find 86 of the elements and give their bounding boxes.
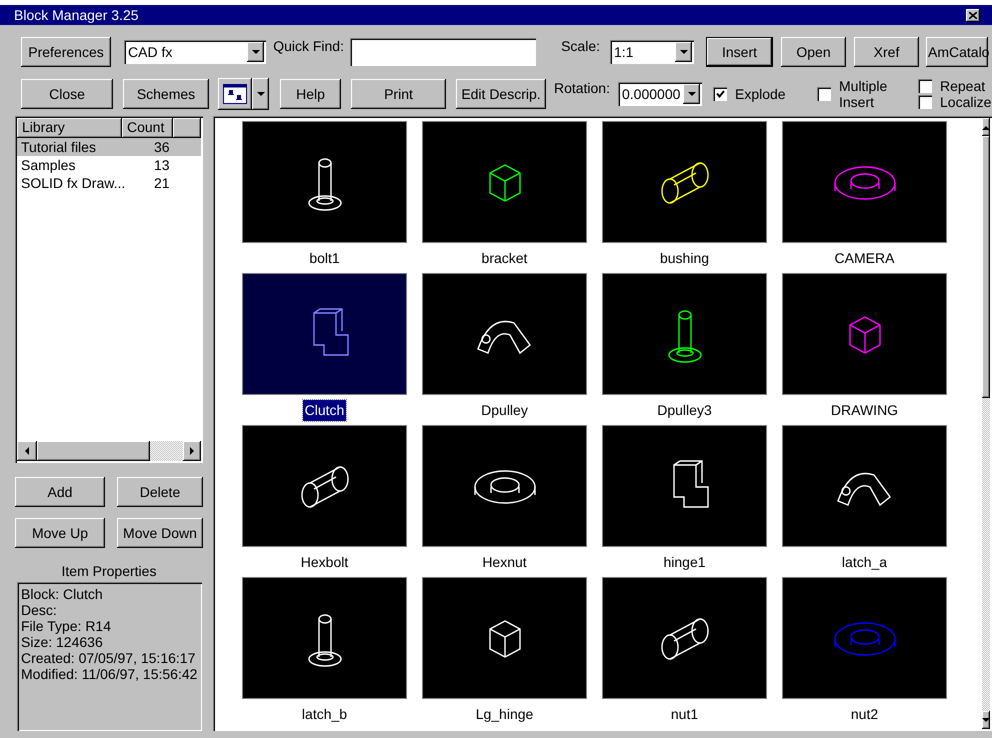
- toolbar-button[interactable]: Edit Descrip.: [456, 79, 546, 109]
- thumbnail[interactable]: [602, 121, 767, 243]
- scrollbar-thumb[interactable]: [982, 136, 990, 398]
- list-button[interactable]: Add: [15, 477, 105, 507]
- thumbnail-caption: nut2: [850, 704, 880, 724]
- property-text: Created: 07/05/97, 15:16:17: [21, 650, 196, 666]
- thumbnail-caption: DRAWING: [830, 400, 900, 420]
- thumbnail-caption: Dpulley3: [656, 400, 713, 420]
- property-text: File Type: R14: [21, 618, 112, 634]
- toolbar-button[interactable]: Preferences: [21, 37, 111, 67]
- thumbnail[interactable]: [602, 577, 767, 699]
- checkbox-label: Localize: [940, 94, 992, 110]
- thumbnail-caption: Hexnut: [481, 552, 528, 572]
- scroll-down-icon[interactable]: [982, 711, 990, 729]
- thumbnail-caption: latch_a: [840, 552, 888, 572]
- thumbnail[interactable]: [782, 425, 947, 547]
- checkbox-label: Explode: [735, 86, 786, 102]
- thumbnail[interactable]: [242, 121, 407, 243]
- close-icon[interactable]: [966, 8, 980, 22]
- dropdown-field[interactable]: CAD fx: [124, 40, 266, 64]
- thumbnail[interactable]: [422, 425, 587, 547]
- list-button[interactable]: Move Up: [15, 518, 105, 548]
- list-button[interactable]: Move Down: [117, 518, 203, 548]
- toolbar-button[interactable]: Print: [351, 79, 446, 109]
- checkbox[interactable]: [713, 87, 727, 101]
- thumbnail-caption: Lg_hinge: [474, 704, 534, 724]
- checkbox-label: Repeat: [940, 78, 986, 94]
- list-button[interactable]: Delete: [117, 477, 203, 507]
- field-label: Rotation:: [552, 79, 610, 98]
- checkbox[interactable]: [918, 79, 932, 93]
- thumbnail[interactable]: [782, 273, 947, 395]
- toolbar-button[interactable]: Schemes: [123, 79, 209, 109]
- thumbnail[interactable]: [782, 577, 947, 699]
- scrollbar-thumb[interactable]: [37, 441, 150, 461]
- list-row[interactable]: Samples 13: [17, 156, 201, 174]
- thumbnail-caption: bolt1: [308, 248, 341, 268]
- thumbnail[interactable]: [422, 273, 587, 395]
- thumbnail-caption: Hexbolt: [300, 552, 350, 572]
- column-header: [173, 118, 201, 138]
- section-title: Item Properties: [60, 562, 158, 579]
- property-text: Desc:: [21, 602, 58, 618]
- thumbnail[interactable]: [422, 121, 587, 243]
- thumbnail[interactable]: [782, 121, 947, 243]
- checkbox[interactable]: [918, 95, 932, 109]
- thumbnail-caption: Dpulley: [480, 400, 529, 420]
- dropdown-icon[interactable]: [683, 84, 700, 104]
- toolbar-button[interactable]: Help: [280, 79, 341, 109]
- toolbar-button[interactable]: Xref: [854, 37, 919, 67]
- checkbox[interactable]: [817, 87, 831, 101]
- thumbnail[interactable]: [422, 577, 587, 699]
- thumbnail[interactable]: [602, 425, 767, 547]
- dropdown-field[interactable]: 0.000000: [618, 82, 702, 106]
- scroll-right-icon[interactable]: [183, 441, 201, 461]
- scroll-left-icon[interactable]: [17, 441, 37, 461]
- column-header[interactable]: Library: [17, 118, 122, 138]
- thumbnail-caption: latch_b: [300, 704, 348, 724]
- property-text: Modified: 11/06/97, 15:56:42: [21, 666, 198, 682]
- dropdown-icon[interactable]: [675, 42, 692, 62]
- thumbnail-caption: CAMERA: [834, 248, 896, 268]
- column-header[interactable]: Count: [122, 118, 173, 138]
- field-label: Quick Find:: [272, 37, 344, 56]
- thumbnail-caption: bracket: [480, 248, 528, 268]
- list-row[interactable]: SOLID fx Draw... 21: [17, 174, 201, 192]
- dropdown-icon[interactable]: [247, 42, 264, 62]
- thumbnail[interactable]: [602, 273, 767, 395]
- checkbox-label: Multiple Insert: [839, 78, 888, 110]
- thumbnail-caption: nut1: [670, 704, 700, 724]
- toolbar-button[interactable]: Insert: [706, 37, 773, 67]
- dropdown-field[interactable]: 1:1: [610, 40, 694, 64]
- toolbar-button[interactable]: Close: [21, 79, 113, 109]
- property-text: Size: 124636: [21, 634, 104, 650]
- dropdown-icon[interactable]: [252, 78, 269, 110]
- thumbnail[interactable]: [242, 577, 407, 699]
- list-row[interactable]: Tutorial files 36: [17, 138, 201, 156]
- thumbnail-caption: bushing: [658, 248, 710, 268]
- window-title: Block Manager 3.25: [14, 6, 139, 25]
- field-label: Scale:: [560, 37, 600, 56]
- toolbar-button[interactable]: Open: [781, 37, 846, 67]
- view-mode-button[interactable]: [218, 78, 252, 110]
- thumbnail-caption: Clutch: [302, 400, 346, 420]
- thumbnail[interactable]: [242, 273, 407, 395]
- thumbnail[interactable]: [242, 425, 407, 547]
- thumbnail-caption: hinge1: [662, 552, 707, 572]
- search-field[interactable]: [350, 38, 536, 66]
- property-text: Block: Clutch: [21, 586, 104, 602]
- scroll-up-icon[interactable]: [982, 118, 990, 136]
